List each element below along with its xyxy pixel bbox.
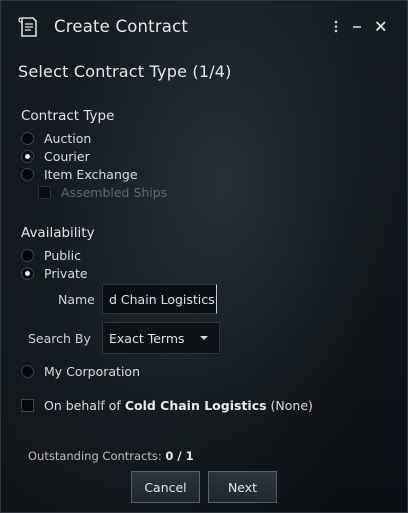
availability-label: Availability [21, 225, 95, 241]
checkbox [38, 185, 51, 199]
radio-button[interactable] [21, 149, 34, 163]
checkbox-label: Assembled Ships [61, 184, 168, 200]
page-heading: Select Contract Type (1/4) [18, 62, 232, 81]
radio-label: Courier [44, 148, 90, 164]
on-behalf-suffix: (None) [270, 397, 313, 413]
radio-button[interactable] [21, 167, 34, 181]
radio-button[interactable] [21, 364, 34, 378]
on-behalf-checkbox[interactable] [21, 398, 34, 412]
assembled-ships-checkbox: Assembled Ships [38, 183, 167, 201]
radio-button[interactable] [21, 266, 34, 280]
chevron-down-icon [200, 336, 208, 340]
create-contract-window: Create Contract Select Contract Type (1/… [0, 0, 408, 513]
window-title: Create Contract [54, 17, 189, 36]
outstanding-label: Outstanding Contracts: [28, 449, 162, 463]
contract-icon [18, 15, 40, 39]
close-icon[interactable] [373, 16, 389, 36]
next-button[interactable]: Next [208, 471, 277, 503]
name-input[interactable] [102, 284, 217, 314]
contract-type-label: Contract Type [21, 108, 115, 124]
radio-auction[interactable]: Auction [21, 129, 91, 147]
search-by-dropdown[interactable]: Exact Terms [102, 322, 220, 354]
radio-label: Auction [44, 130, 92, 146]
cancel-button[interactable]: Cancel [131, 471, 200, 503]
radio-item-exchange[interactable]: Item Exchange [21, 165, 138, 183]
on-behalf-prefix: On behalf of [44, 397, 121, 413]
radio-courier[interactable]: Courier [21, 147, 90, 165]
radio-label: Item Exchange [44, 166, 138, 182]
radio-my-corporation[interactable]: My Corporation [21, 362, 140, 380]
name-label: Name [58, 292, 95, 307]
search-by-label: Search By [28, 331, 91, 346]
radio-label: My Corporation [44, 363, 140, 379]
on-behalf-checkbox-row[interactable]: On behalf of Cold Chain Logistics (None) [21, 396, 313, 414]
radio-label: Private [44, 265, 88, 281]
radio-label: Public [44, 247, 81, 263]
title-bar[interactable]: Create Contract [1, 1, 407, 53]
on-behalf-label: On behalf of Cold Chain Logistics (None) [44, 398, 313, 413]
corporation-name: Cold Chain Logistics [124, 397, 267, 413]
radio-public[interactable]: Public [21, 246, 81, 264]
radio-private[interactable]: Private [21, 264, 88, 282]
radio-button[interactable] [21, 131, 34, 145]
outstanding-contracts: Outstanding Contracts: 0 / 1 [28, 449, 194, 463]
search-by-value: Exact Terms [109, 330, 185, 346]
radio-button[interactable] [21, 248, 34, 262]
kebab-menu-icon[interactable] [329, 16, 343, 36]
minimize-icon[interactable] [350, 16, 364, 36]
outstanding-value: 0 / 1 [165, 449, 194, 463]
